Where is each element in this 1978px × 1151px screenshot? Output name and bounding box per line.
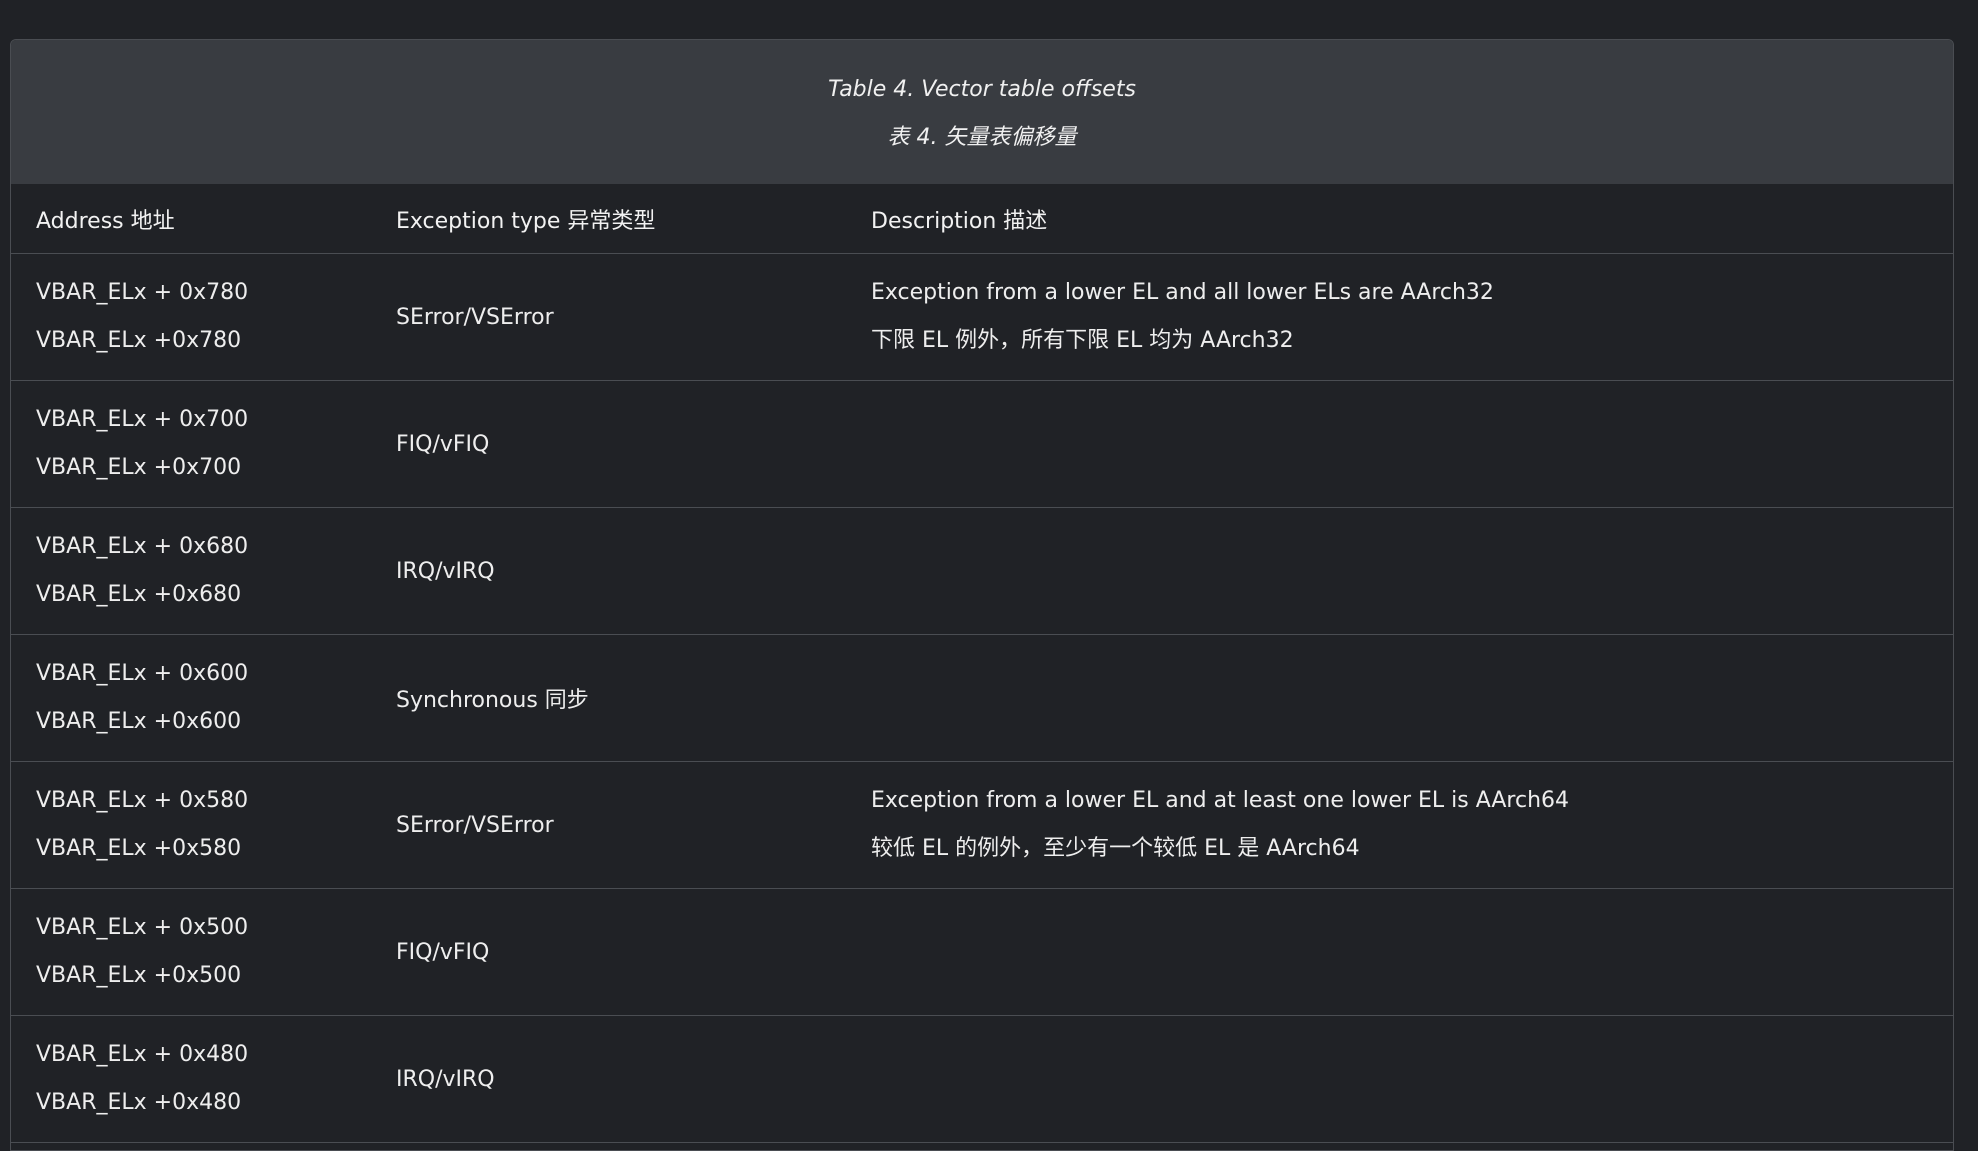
description-line: 较低 EL 的例外，至少有一个较低 EL 是 AArch64 [871, 836, 1360, 861]
vector-table: Table 4. Vector table offsets 表 4. 矢量表偏移… [10, 39, 1954, 1151]
address-cell: VBAR_ELx + 0x480 VBAR_ELx +0x480 [11, 1031, 396, 1127]
description-cell: Exception from a lower EL and all lower … [871, 269, 1953, 365]
address-cell: VBAR_ELx + 0x580 VBAR_ELx +0x580 [11, 777, 396, 873]
description-line: Exception from a lower EL and all lower … [871, 280, 1494, 305]
address-line: VBAR_ELx + 0x700 [36, 407, 249, 432]
address-line: VBAR_ELx +0x580 [36, 836, 242, 861]
address-cell: VBAR_ELx + 0x500 VBAR_ELx +0x500 [11, 904, 396, 1000]
address-line: VBAR_ELx +0x680 [36, 582, 242, 607]
address-line: VBAR_ELx + 0x680 [36, 534, 249, 559]
caption-english: Table 4. Vector table offsets [828, 77, 1136, 102]
exception-type-cell: IRQ/vIRQ [396, 1066, 495, 1092]
address-line: VBAR_ELx + 0x500 [36, 915, 249, 940]
exception-type-cell: FIQ/vFIQ [396, 431, 490, 457]
address-line: VBAR_ELx +0x780 [36, 328, 242, 353]
header-description: Description 描述 [871, 208, 1048, 234]
header-exception-type: Exception type 异常类型 [396, 208, 656, 234]
exception-type-cell: FIQ/vFIQ [396, 939, 490, 965]
table-row: VBAR_ELx + 0x600 VBAR_ELx +0x600 Synchro… [11, 635, 1953, 762]
table-header-row: Address 地址 Exception type 异常类型 Descripti… [11, 184, 1953, 254]
table-row: VBAR_ELx + 0x780 VBAR_ELx +0x780 SError/… [11, 254, 1953, 381]
address-line: VBAR_ELx +0x500 [36, 963, 242, 988]
table-row: VBAR_ELx + 0x480 VBAR_ELx +0x480 IRQ/vIR… [11, 1016, 1953, 1143]
address-line: VBAR_ELx +0x480 [36, 1090, 242, 1115]
address-line: VBAR_ELx +0x700 [36, 455, 242, 480]
address-cell: VBAR_ELx + 0x680 VBAR_ELx +0x680 [11, 523, 396, 619]
address-line: VBAR_ELx + 0x580 [36, 788, 249, 813]
table-row: VBAR_ELx + 0x500 VBAR_ELx +0x500 FIQ/vFI… [11, 889, 1953, 1016]
description-cell: Exception from a lower EL and at least o… [871, 777, 1953, 873]
table-row: VBAR_ELx + 0x700 VBAR_ELx +0x700 FIQ/vFI… [11, 381, 1953, 508]
description-line: 下限 EL 例外，所有下限 EL 均为 AArch32 [871, 328, 1294, 353]
description-line: Exception from a lower EL and at least o… [871, 788, 1570, 813]
caption-chinese: 表 4. 矢量表偏移量 [887, 125, 1077, 150]
table-row: VBAR_ELx + 0x580 VBAR_ELx +0x580 SError/… [11, 762, 1953, 889]
header-address: Address 地址 [36, 208, 175, 234]
address-line: VBAR_ELx + 0x480 [36, 1042, 249, 1067]
exception-type-cell: SError/VSError [396, 304, 554, 330]
exception-type-cell: SError/VSError [396, 812, 554, 838]
address-line: VBAR_ELx + 0x780 [36, 280, 249, 305]
table-row: VBAR_ELx + 0x680 VBAR_ELx +0x680 IRQ/vIR… [11, 508, 1953, 635]
address-cell: VBAR_ELx + 0x700 VBAR_ELx +0x700 [11, 396, 396, 492]
exception-type-cell: Synchronous 同步 [396, 688, 589, 713]
address-cell: VBAR_ELx + 0x600 VBAR_ELx +0x600 [11, 650, 396, 746]
address-cell: VBAR_ELx + 0x780 VBAR_ELx +0x780 [11, 269, 396, 365]
table-caption: Table 4. Vector table offsets 表 4. 矢量表偏移… [11, 40, 1953, 184]
address-line: VBAR_ELx + 0x600 [36, 661, 249, 686]
address-line: VBAR_ELx +0x600 [36, 709, 242, 734]
exception-type-cell: IRQ/vIRQ [396, 558, 495, 584]
